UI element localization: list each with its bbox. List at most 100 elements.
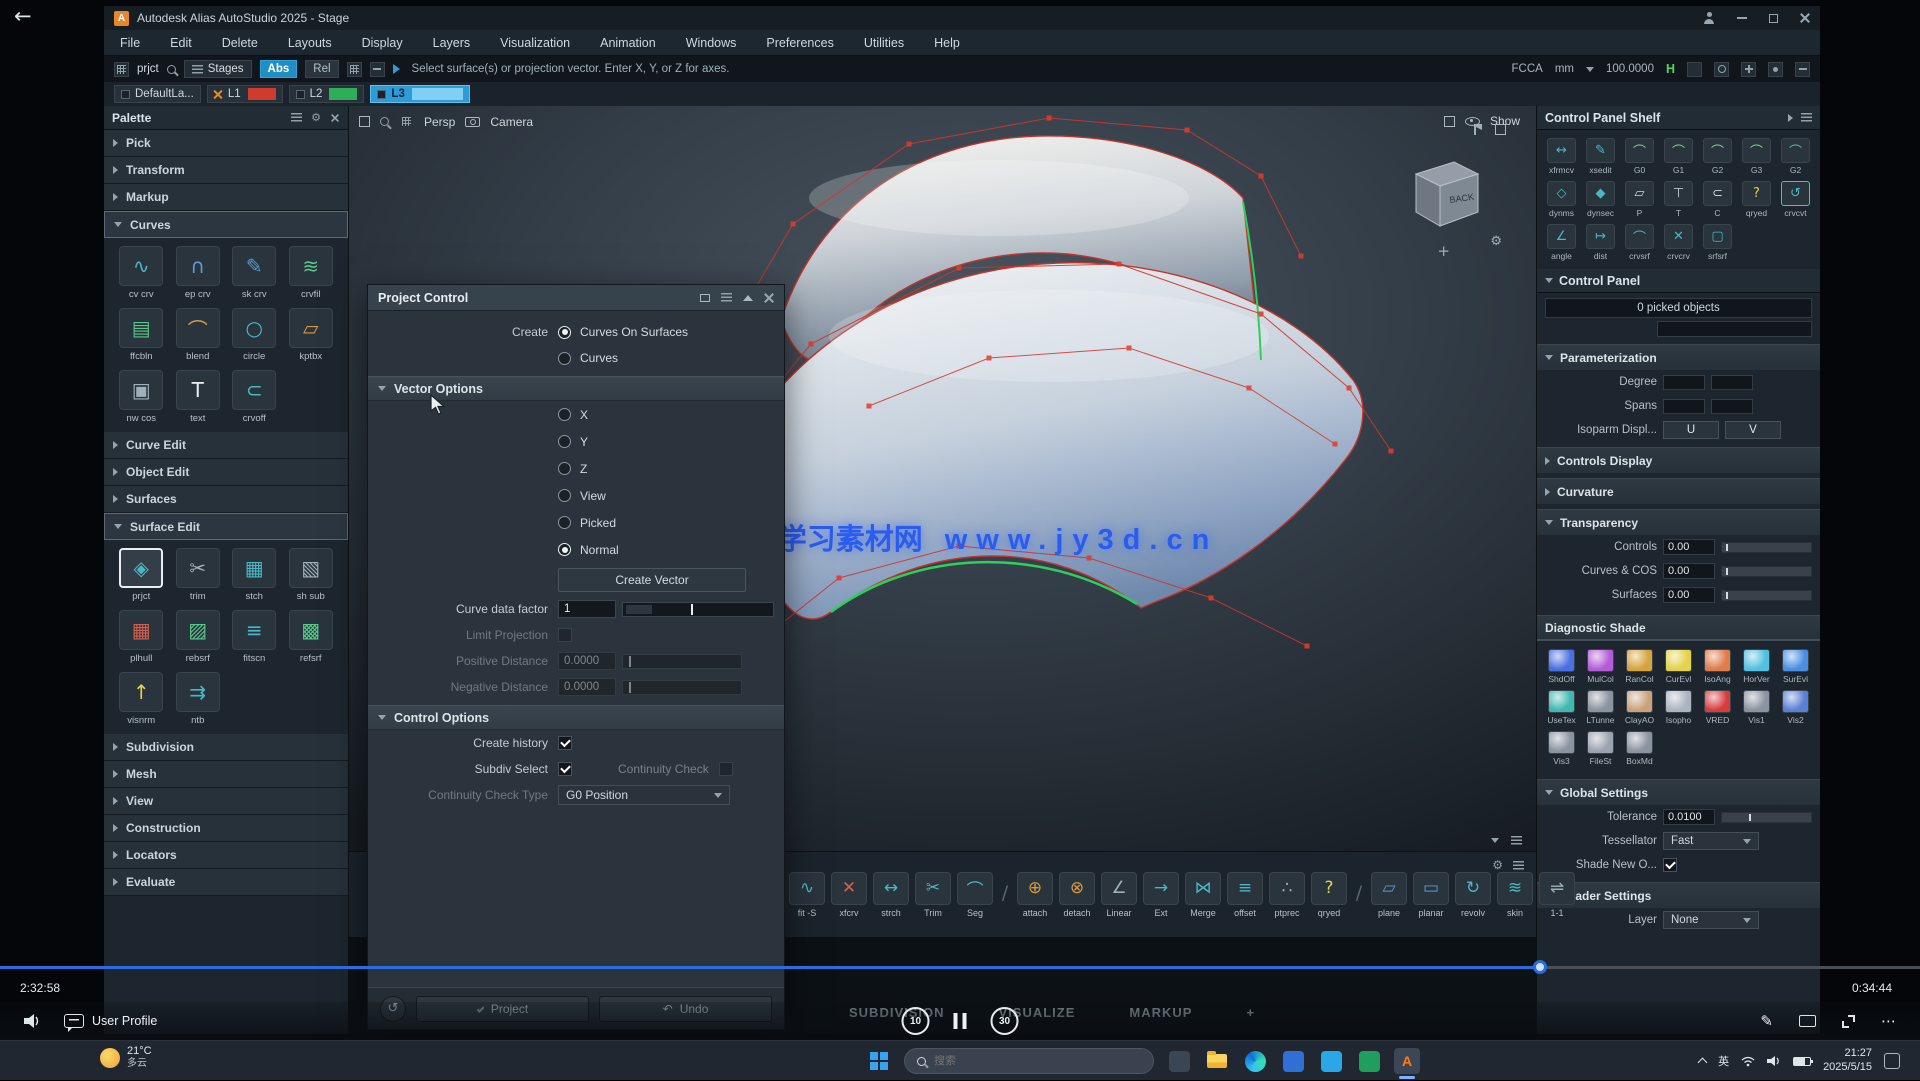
- palette-tool[interactable]: ≡ fitscn: [227, 610, 282, 664]
- diagnostic-shade-mode[interactable]: ClayAO: [1621, 690, 1658, 725]
- snap-grid-icon[interactable]: [1741, 62, 1756, 77]
- taskbar-search[interactable]: [904, 1048, 1154, 1074]
- create-history-checkbox[interactable]: [558, 736, 572, 750]
- shelf-icon[interactable]: ✎ xsedit: [1582, 138, 1619, 175]
- cube-zoom-in-icon[interactable]: +: [1437, 242, 1450, 260]
- shelf-icon[interactable]: ⌒ G3: [1738, 138, 1775, 175]
- ime-language[interactable]: 英: [1718, 1053, 1729, 1069]
- spans-v-field[interactable]: [1711, 399, 1753, 414]
- palette-tool[interactable]: ▨ rebsrf: [171, 610, 226, 664]
- shelf-tool[interactable]: ∴ ptprec: [1269, 872, 1305, 918]
- speaker-icon[interactable]: [1767, 1055, 1781, 1067]
- create-vector-button[interactable]: Create Vector: [558, 568, 746, 592]
- shelf-icon[interactable]: ⊤ T: [1660, 181, 1697, 218]
- palette-tool[interactable]: ⇉ ntb: [171, 672, 226, 726]
- palette-section[interactable]: Surfaces: [104, 486, 348, 513]
- view-zoom-icon[interactable]: [380, 117, 389, 126]
- shelf-icon[interactable]: ? qryed: [1738, 181, 1775, 218]
- vector-option[interactable]: Z: [368, 455, 784, 482]
- radio[interactable]: [558, 462, 571, 475]
- dock-icon[interactable]: [700, 294, 710, 302]
- palette-tool[interactable]: ✂ trim: [171, 548, 226, 602]
- palette-tool[interactable]: ▱ kptbx: [284, 308, 339, 362]
- shelf-icon[interactable]: ⊂ C: [1699, 181, 1736, 218]
- radio[interactable]: [558, 435, 571, 448]
- shelf-icon[interactable]: ↺ crvcvt: [1777, 181, 1814, 218]
- view-grid-icon[interactable]: [399, 114, 414, 129]
- close-icon[interactable]: [1800, 13, 1810, 23]
- layer-chip-l2[interactable]: L2: [289, 85, 365, 103]
- section-global-settings[interactable]: Global Settings: [1537, 779, 1820, 805]
- diagnostic-shade-mode[interactable]: VRED: [1699, 690, 1736, 725]
- palette-tool[interactable]: ∩ ep crv: [171, 246, 226, 300]
- vector-option[interactable]: Y: [368, 428, 784, 455]
- layer-chip-default[interactable]: DefaultLa...: [114, 85, 201, 103]
- store-app-icon[interactable]: [1318, 1048, 1344, 1074]
- tool-palette-icon[interactable]: [114, 62, 129, 77]
- video-timeline[interactable]: [0, 966, 1920, 969]
- palette-section[interactable]: Transform: [104, 157, 348, 184]
- tolerance-field[interactable]: 0.0100: [1663, 809, 1715, 825]
- units-label[interactable]: mm: [1555, 63, 1574, 75]
- shelf-tool[interactable]: ∠ Linear: [1101, 872, 1137, 918]
- palette-tool[interactable]: T text: [171, 370, 226, 424]
- view-name[interactable]: Persp: [424, 115, 455, 129]
- shelf-tool[interactable]: ▱ plane: [1371, 872, 1407, 918]
- continuity-type-dropdown[interactable]: G0 Position: [558, 785, 730, 805]
- panel-menu-icon[interactable]: [1511, 836, 1522, 845]
- value-slider[interactable]: [1721, 542, 1812, 553]
- diagnostic-shade-mode[interactable]: MulCol: [1582, 649, 1619, 684]
- shelf-icon[interactable]: ⌒ G2: [1777, 138, 1814, 175]
- negative-distance-input[interactable]: [558, 678, 616, 696]
- shelf-menu-icon[interactable]: [1513, 861, 1524, 870]
- vector-option[interactable]: View: [368, 482, 784, 509]
- dialog-menu-icon[interactable]: [721, 293, 732, 302]
- notes-icon[interactable]: [1799, 1015, 1816, 1027]
- palette-section-surface-edit[interactable]: Surface Edit: [104, 513, 348, 540]
- positive-distance-input[interactable]: [558, 652, 616, 670]
- minimize-icon[interactable]: [1737, 17, 1747, 19]
- section-transparency[interactable]: Transparency: [1537, 509, 1820, 535]
- shelf-icon[interactable]: ⌒ crvsrf: [1621, 224, 1658, 261]
- stages-button[interactable]: Stages: [184, 60, 252, 78]
- scale-value[interactable]: 100.0000: [1606, 63, 1654, 75]
- palette-section[interactable]: Pick: [104, 130, 348, 157]
- shelf-tool[interactable]: ↔ strch: [873, 872, 909, 918]
- menu-item[interactable]: Animation: [600, 36, 656, 50]
- maximize-icon[interactable]: [1769, 14, 1778, 23]
- layer-toggle-icon[interactable]: [121, 90, 130, 99]
- shelf-icon[interactable]: ✕ crvcrv: [1660, 224, 1697, 261]
- section-parameterization[interactable]: Parameterization: [1537, 344, 1820, 370]
- palette-gear-icon[interactable]: ⚙: [311, 111, 321, 124]
- layer-dropdown[interactable]: None: [1663, 911, 1759, 929]
- tolerance-slider[interactable]: [1721, 812, 1812, 823]
- shelf-icon[interactable]: ⌒ G2: [1699, 138, 1736, 175]
- minimize-panel-icon[interactable]: [1491, 838, 1499, 843]
- value-slider[interactable]: [1721, 566, 1812, 577]
- snap-curve-icon[interactable]: [1768, 62, 1783, 77]
- prompt-history-icon[interactable]: [370, 62, 385, 77]
- shelf-tool[interactable]: → Ext: [1143, 872, 1179, 918]
- isoparm-v-button[interactable]: V: [1725, 421, 1781, 439]
- radio[interactable]: [558, 516, 571, 529]
- menu-item[interactable]: File: [120, 36, 140, 50]
- diagnostic-shade-mode[interactable]: BoxMd: [1621, 731, 1658, 766]
- negative-distance-slider[interactable]: [622, 680, 742, 695]
- caption-icon[interactable]: [64, 1014, 84, 1028]
- dialog-title-bar[interactable]: Project Control: [368, 285, 784, 311]
- diagnostic-shade-mode[interactable]: SurEvl: [1777, 649, 1814, 684]
- view-panel-icon[interactable]: [359, 116, 370, 127]
- diagnostic-shade-mode[interactable]: LTunne: [1582, 690, 1619, 725]
- value-slider[interactable]: [1721, 590, 1812, 601]
- degree-u-field[interactable]: [1663, 375, 1705, 390]
- fullscreen-icon[interactable]: [1842, 1015, 1855, 1028]
- diagnostic-shade-mode[interactable]: Vis3: [1543, 731, 1580, 766]
- diagnostic-shade-mode[interactable]: ShdOff: [1543, 649, 1580, 684]
- app-blue-icon[interactable]: [1280, 1048, 1306, 1074]
- radio-curves[interactable]: [558, 352, 571, 365]
- curve-data-factor-slider[interactable]: [622, 602, 774, 617]
- grid-snap-icon[interactable]: [347, 62, 362, 77]
- skip-back-button[interactable]: 10: [902, 1007, 930, 1035]
- menu-item[interactable]: Edit: [170, 36, 192, 50]
- palette-section-curves[interactable]: Curves: [104, 211, 348, 238]
